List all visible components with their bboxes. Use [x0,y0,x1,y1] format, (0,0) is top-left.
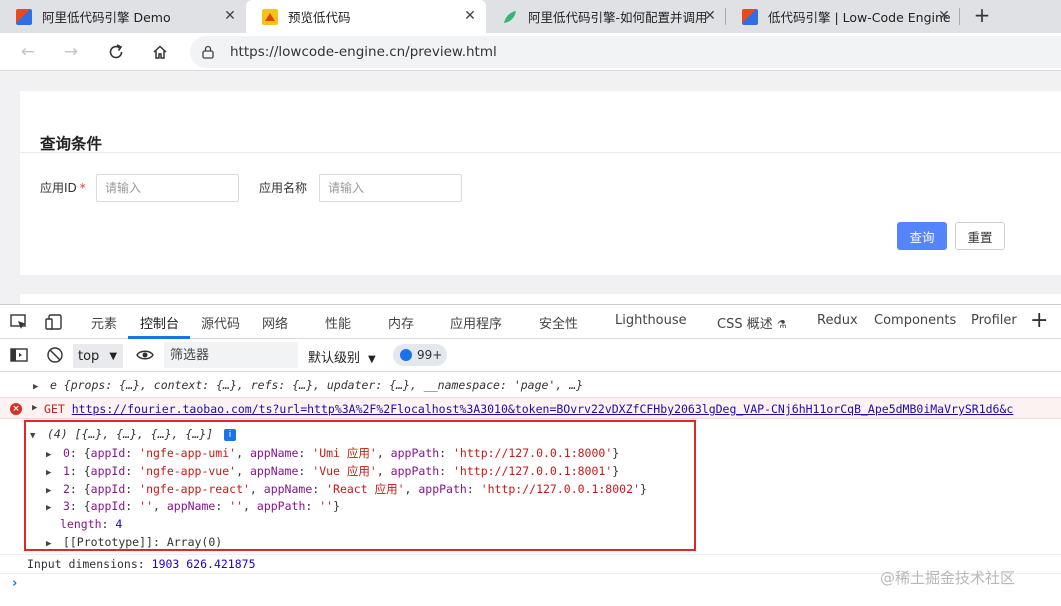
devtools-tab-elements[interactable]: 元素 [91,313,117,332]
devtools-tab-lighthouse[interactable]: Lighthouse [615,313,687,328]
close-icon[interactable]: ✕ [222,8,238,24]
flask-icon: ⚗ [776,318,787,331]
divider [0,554,1061,555]
home-icon[interactable] [147,40,173,64]
array-summary[interactable]: ▼ (4) [{…}, {…}, {…}, {…}] i [30,427,1061,441]
info-icon[interactable]: i [224,429,237,441]
close-icon[interactable]: ✕ [462,8,478,24]
array-item[interactable]: ▶ 2: {appId: 'ngfe-app-react', appName: … [46,481,1061,497]
watermark: @稀土掘金技术社区 [880,569,1016,587]
expand-triangle-icon[interactable]: ▶ [46,539,56,549]
app-name-label: 应用名称 [259,181,308,195]
error-url-link[interactable]: https://fourier.taobao.com/ts?url=http%3… [72,402,1014,416]
browser-tab-config[interactable]: 阿里低代码引擎-如何配置并调用 ✕ [486,0,726,33]
device-toolbar-icon[interactable] [44,313,64,331]
preview-favicon-icon [262,8,278,25]
expand-triangle-icon[interactable]: ▶ [32,403,42,413]
close-icon[interactable]: ✕ [936,8,952,24]
lowcode-logo-icon [742,8,758,25]
devtools-tab-components[interactable]: Components [874,313,956,328]
browser-tab-preview[interactable]: 预览低代码 ✕ [246,0,486,33]
devtools-tab-security[interactable]: 安全性 [539,313,578,332]
page-viewport: 查询条件 应用ID* 应用名称 查询 重置 [0,71,1061,304]
clear-console-icon[interactable] [45,346,65,364]
url-bar[interactable]: https://lowcode-engine.cn/preview.html [190,36,1061,68]
inspect-element-icon[interactable] [9,313,29,331]
console-output: ▶ e {props: {…}, context: {…}, refs: {…}… [0,372,1061,606]
eye-icon[interactable] [135,346,155,364]
address-toolbar: ← → https://lowcode-engine.cn/preview.ht… [0,33,1061,71]
collapse-triangle-icon[interactable]: ▼ [30,431,40,441]
new-tab-button[interactable]: + [970,4,994,28]
leaf-favicon-icon [502,9,518,25]
divider [20,152,1061,153]
query-button[interactable]: 查询 [897,222,947,250]
message-icon [400,349,412,361]
browser-tab-lowcode-engine[interactable]: 低代码引擎 | Low-Code Engine ✕ [726,0,960,33]
caret-down-icon: ▼ [109,350,118,362]
array-item[interactable]: ▶ 3: {appId: '', appName: '', appPath: '… [46,499,1061,513]
query-card: 查询条件 应用ID* 应用名称 查询 重置 [20,91,1061,275]
devtools-tab-memory[interactable]: 内存 [388,313,414,332]
app-name-input[interactable] [319,174,462,202]
log-level-dropdown[interactable]: 默认级别 ▼ [308,347,376,366]
app-id-label: 应用ID * [40,181,86,195]
console-filter-input[interactable] [164,342,298,368]
array-item[interactable]: ▶ 0: {appId: 'ngfe-app-umi', appName: 'U… [46,445,1061,461]
browser-tab-strip: 阿里低代码引擎 Demo ✕ 预览低代码 ✕ 阿里低代码引擎-如何配置并调用 ✕… [0,0,1061,33]
back-arrow-icon[interactable]: ← [15,40,41,64]
tab-title: 阿里低代码引擎-如何配置并调用 [528,10,708,25]
console-prompt[interactable]: › [12,576,17,591]
array-length: length: 4 [60,517,123,531]
card-title: 查询条件 [40,135,103,153]
devtools-tab-profiler[interactable]: Profiler [971,313,1017,328]
console-error-row: × ▶ GET https://fourier.taobao.com/ts?ur… [0,397,1061,419]
sidebar-toggle-icon[interactable] [9,346,29,364]
tab-separator [959,8,960,25]
array-item[interactable]: ▶ 1: {appId: 'ngfe-app-vue', appName: 'V… [46,463,1061,479]
devtools-tab-redux[interactable]: Redux [817,313,858,328]
results-card [20,294,1061,304]
devtools-tab-console[interactable]: 控制台 [140,313,179,332]
close-icon[interactable]: ✕ [702,8,718,24]
context-selector[interactable]: top ▼ [73,344,123,368]
devtools-tab-application[interactable]: 应用程序 [450,313,502,332]
devtools-tab-sources[interactable]: 源代码 [201,313,240,332]
forward-arrow-icon[interactable]: → [58,40,84,64]
lowcode-logo-icon [16,8,32,25]
reload-icon[interactable] [103,40,129,64]
error-icon: × [10,403,22,415]
expand-triangle-icon[interactable]: ▶ [46,450,56,460]
lock-icon[interactable] [202,45,214,59]
more-tabs-plus-icon[interactable]: + [1030,308,1048,333]
required-mark: * [79,181,86,195]
console-toolbar: top▼ 默认级别▼ 99+ [0,339,1061,372]
console-log-object[interactable]: ▶ e {props: {…}, context: {…}, refs: {…}… [33,378,1061,392]
expand-triangle-icon[interactable]: ▶ [46,503,56,513]
app-id-input[interactable] [96,174,239,202]
tab-title: 预览低代码 [288,10,351,25]
devtools-tab-performance[interactable]: 性能 [325,313,351,332]
expand-triangle-icon[interactable]: ▶ [46,486,56,496]
caret-down-icon: ▼ [368,354,376,365]
devtools-tab-network[interactable]: 网络 [262,313,288,332]
reset-button[interactable]: 重置 [955,222,1005,250]
issues-badge[interactable]: 99+ [393,344,447,366]
expand-triangle-icon[interactable]: ▶ [46,468,56,478]
tab-title: 低代码引擎 | Low-Code Engine [768,10,951,25]
browser-tab-lowcode-demo[interactable]: 阿里低代码引擎 Demo ✕ [0,0,246,33]
devtools-tab-css-overview[interactable]: CSS 概述 ⚗ [717,313,787,332]
expand-triangle-icon[interactable]: ▶ [33,382,43,392]
array-prototype[interactable]: ▶ [[Prototype]]: Array(0) [46,535,1061,549]
devtools-tab-strip: 元素 控制台 源代码 网络 性能 内存 应用程序 安全性 Lighthouse … [0,304,1061,339]
tab-title: 阿里低代码引擎 Demo [42,10,171,25]
error-method: GET [44,402,65,416]
url-text: https://lowcode-engine.cn/preview.html [230,44,497,60]
